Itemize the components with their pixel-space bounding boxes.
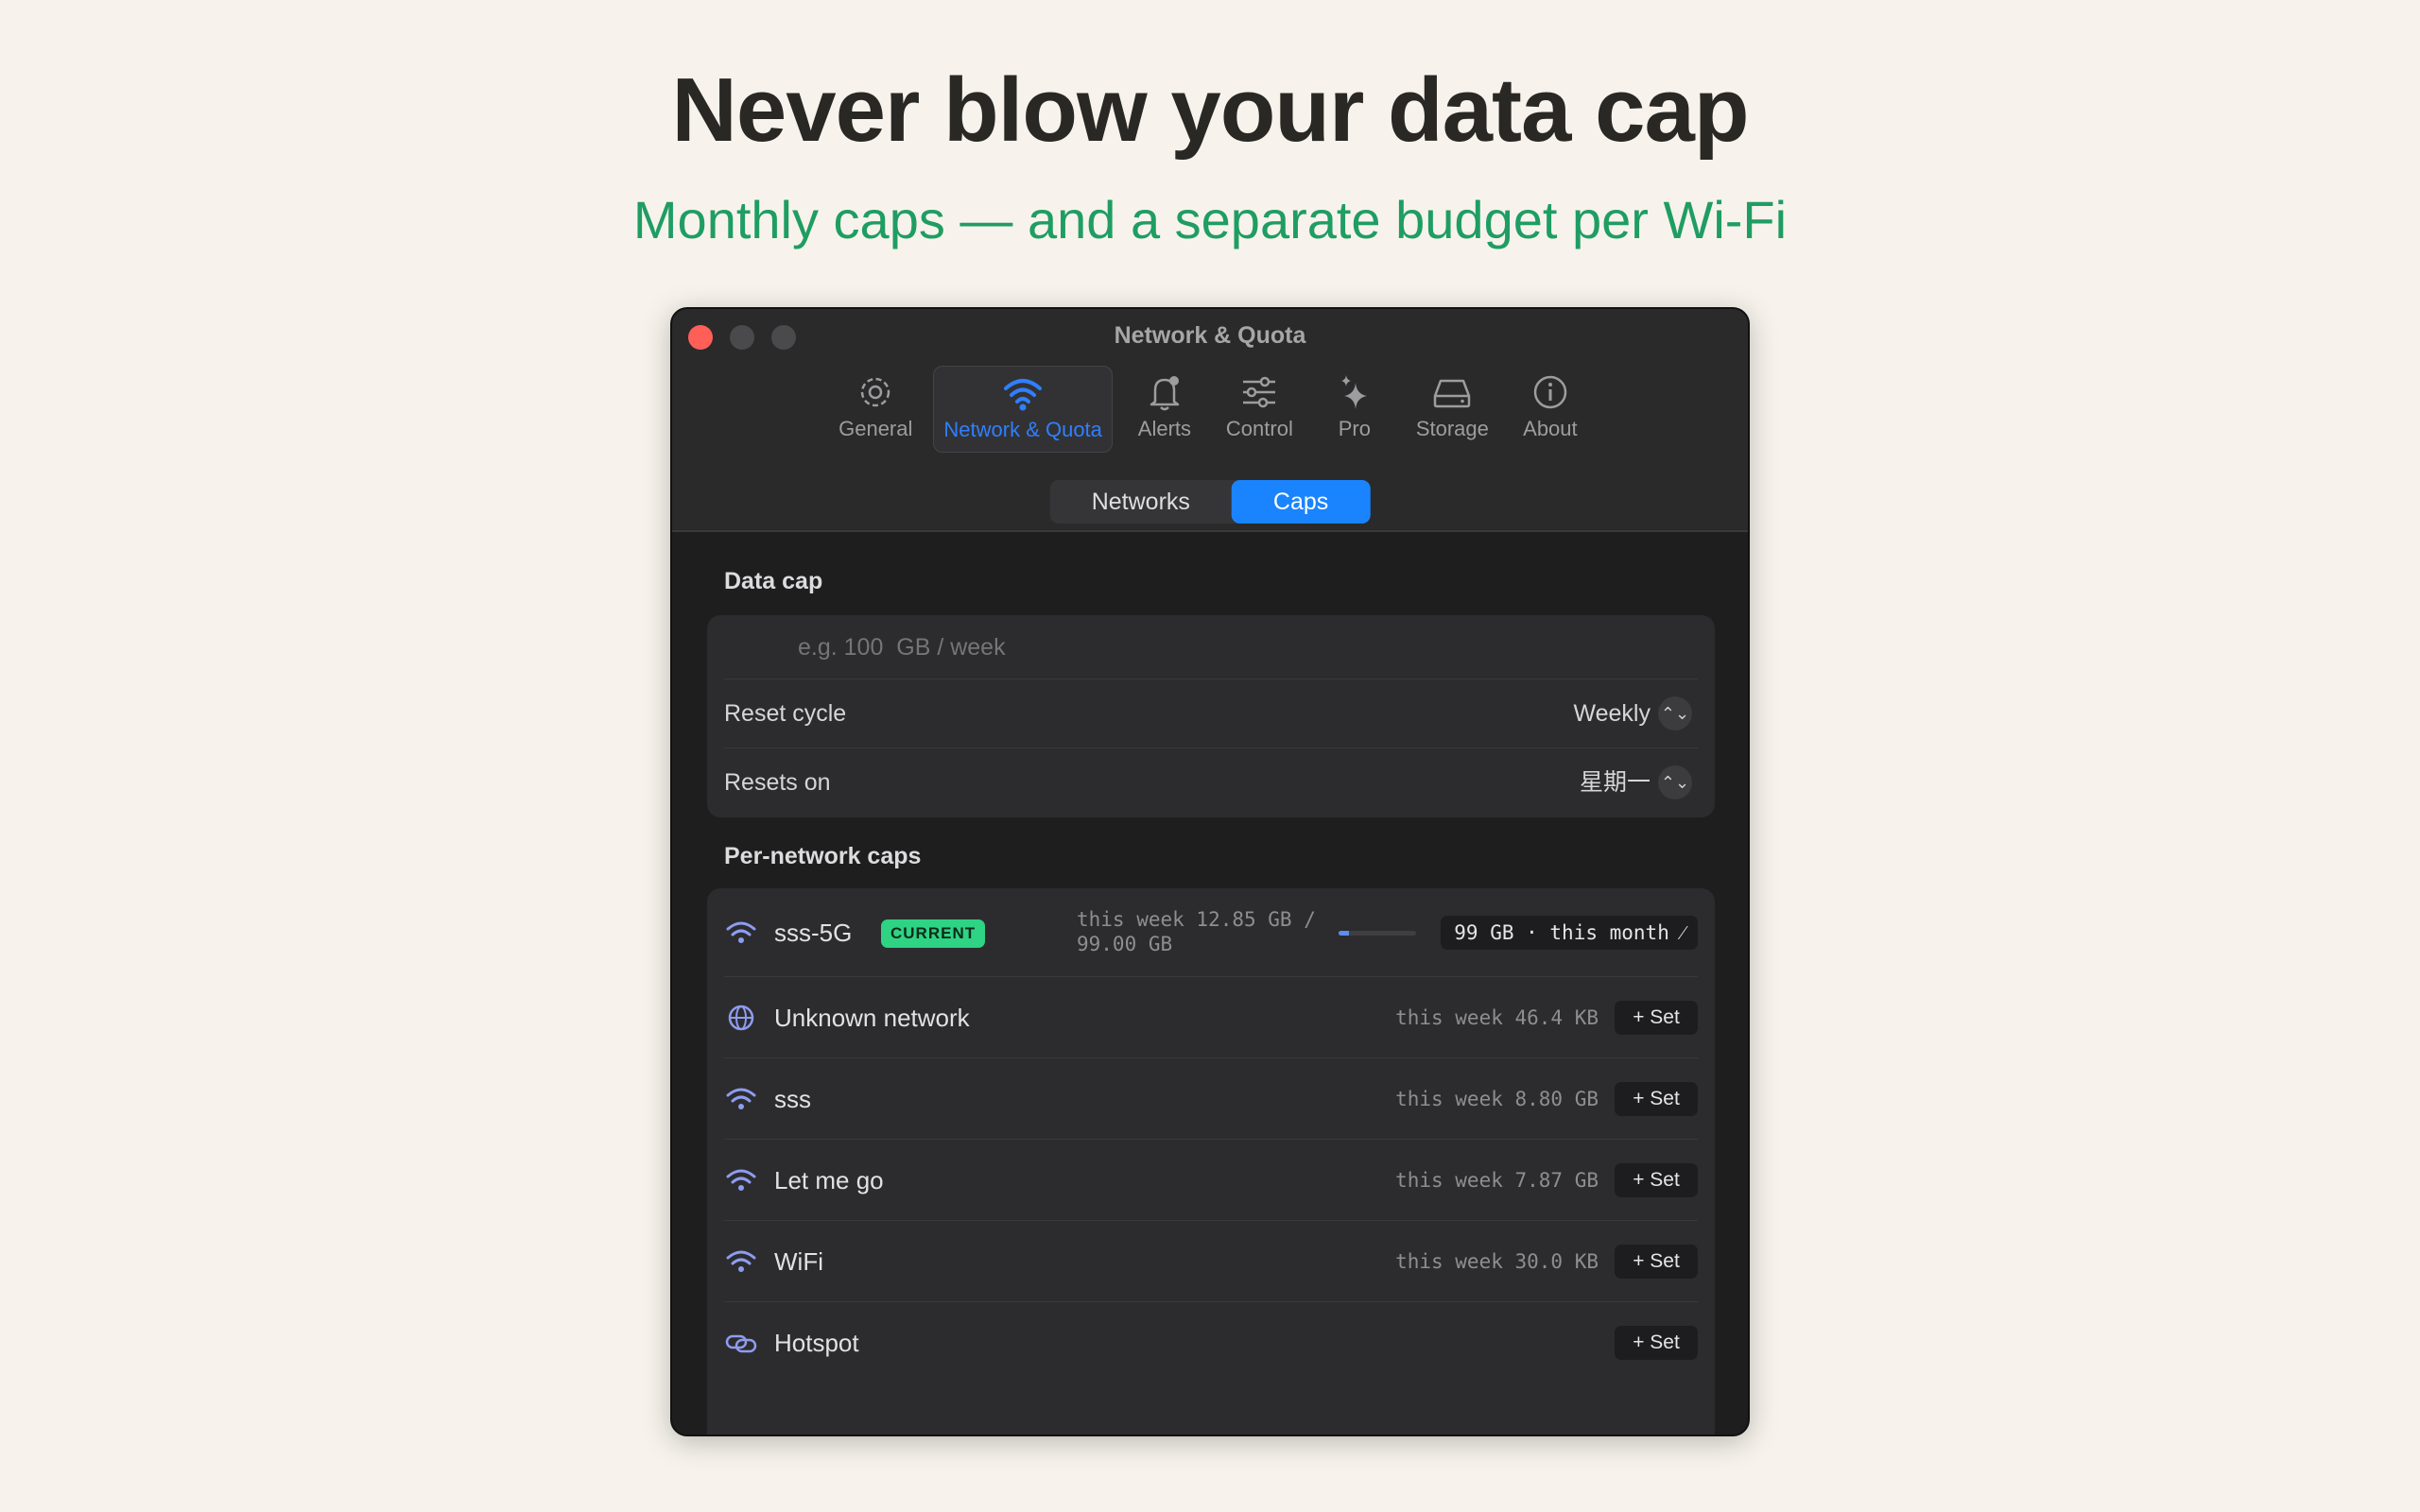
data-cap-input-row (724, 615, 1698, 679)
wifi-icon (726, 1088, 756, 1109)
per-network-card: sss-5G CURRENT this week 12.85 GB / 99.0… (707, 888, 1715, 1435)
usage-progress-fill (1339, 931, 1349, 936)
gear-icon (861, 377, 890, 407)
network-row-hotspot[interactable]: Hotspot + Set (724, 1302, 1698, 1383)
titlebar: Network & Quota General Network & Quota … (672, 309, 1748, 532)
network-name: sss (774, 1085, 811, 1113)
tab-about[interactable]: About (1510, 366, 1591, 453)
sliders-icon (1243, 376, 1276, 408)
bell-icon (1150, 376, 1180, 411)
network-name: Hotspot (774, 1329, 859, 1357)
resets-on-value[interactable]: 星期一 (1580, 748, 1651, 817)
network-name: WiFi (774, 1247, 823, 1276)
network-usage: this week 46.4 KB (1395, 1006, 1599, 1029)
set-cap-button[interactable]: + Set (1615, 1001, 1698, 1035)
network-usage: this week 12.85 GB / 99.00 GB (1077, 907, 1341, 956)
set-cap-button[interactable]: + Set (1615, 1082, 1698, 1116)
resets-on-chevron-icon[interactable]: ⌃⌄ (1658, 765, 1692, 799)
segment-caps[interactable]: Caps (1231, 480, 1371, 524)
data-cap-input[interactable] (798, 615, 1102, 679)
tab-network-quota-label: Network & Quota (943, 418, 1102, 441)
network-usage: this week 8.80 GB (1395, 1088, 1599, 1110)
tab-storage[interactable]: Storage (1407, 366, 1498, 453)
tab-general-label: General (838, 417, 913, 440)
app-window: Network & Quota General Network & Quota … (670, 307, 1750, 1436)
data-cap-card: Reset cycle Weekly ⌃⌄ Resets on 星期一 ⌃⌄ (707, 615, 1715, 817)
segment-networks[interactable]: Networks (1050, 480, 1232, 524)
tab-network-quota[interactable]: Network & Quota (933, 366, 1113, 453)
cap-chip-button[interactable]: 99 GB · this month ⁄ (1441, 916, 1698, 950)
headline: Never blow your data cap (671, 60, 1749, 161)
network-row-sss[interactable]: sss this week 8.80 GB + Set (724, 1058, 1698, 1140)
drive-icon (1434, 379, 1471, 408)
tab-control-label: Control (1225, 417, 1293, 440)
network-row-sss-5g[interactable]: sss-5G CURRENT this week 12.85 GB / 99.0… (724, 888, 1698, 977)
reset-cycle-chevron-icon[interactable]: ⌃⌄ (1658, 696, 1692, 730)
network-row-unknown[interactable]: Unknown network this week 46.4 KB + Set (724, 977, 1698, 1058)
tab-general[interactable]: General (829, 366, 922, 453)
reset-cycle-value[interactable]: Weekly (1573, 679, 1651, 748)
tab-alerts-label: Alerts (1137, 417, 1192, 440)
current-badge: CURRENT (881, 919, 986, 948)
tab-control[interactable]: Control (1217, 366, 1303, 453)
set-cap-button[interactable]: + Set (1615, 1326, 1698, 1360)
window-title: Network & Quota (1114, 322, 1306, 349)
info-icon (1533, 375, 1567, 409)
networks-caps-segmented-control: Networks Caps (1049, 480, 1371, 524)
tab-pro[interactable]: Pro (1314, 366, 1395, 453)
tab-about-label: About (1523, 417, 1578, 440)
tab-pro-label: Pro (1338, 417, 1371, 440)
usage-line-1: this week 12.85 GB / (1077, 908, 1316, 931)
sparkle-icon (1340, 375, 1367, 409)
reset-cycle-label: Reset cycle (724, 700, 847, 727)
wifi-icon (1004, 379, 1043, 411)
reset-cycle-row: Reset cycle Weekly ⌃⌄ (724, 679, 1698, 748)
network-usage: this week 7.87 GB (1395, 1169, 1599, 1192)
resets-on-row: Resets on 星期一 ⌃⌄ (724, 748, 1698, 817)
caps-panel: Data cap Reset cycle Weekly ⌃⌄ Resets on… (672, 534, 1748, 1435)
tab-alerts[interactable]: Alerts (1124, 366, 1205, 453)
tab-storage-label: Storage (1415, 417, 1489, 440)
per-network-caps-heading: Per-network caps (724, 843, 922, 869)
data-cap-heading: Data cap (724, 568, 823, 594)
network-usage: this week 30.0 KB (1395, 1250, 1599, 1273)
set-cap-button[interactable]: + Set (1615, 1245, 1698, 1279)
wifi-icon (726, 1169, 756, 1191)
network-row-wifi[interactable]: WiFi this week 30.0 KB + Set (724, 1221, 1698, 1302)
network-name: Unknown network (774, 1004, 970, 1032)
preferences-toolbar: General Network & Quota Alerts Control P… (672, 366, 1748, 453)
set-cap-button[interactable]: + Set (1615, 1163, 1698, 1197)
resets-on-label: Resets on (724, 769, 831, 796)
usage-line-2: 99.00 GB (1077, 933, 1173, 955)
wifi-icon (726, 1250, 756, 1272)
globe-icon (728, 1005, 754, 1031)
network-row-let-me-go[interactable]: Let me go this week 7.87 GB + Set (724, 1140, 1698, 1221)
subheadline: Monthly caps — and a separate budget per… (632, 190, 1788, 249)
network-name: Let me go (774, 1166, 884, 1194)
link-icon (725, 1334, 757, 1353)
wifi-icon (726, 921, 756, 943)
usage-progress-bar (1339, 931, 1416, 936)
network-name: sss-5G (774, 919, 853, 947)
